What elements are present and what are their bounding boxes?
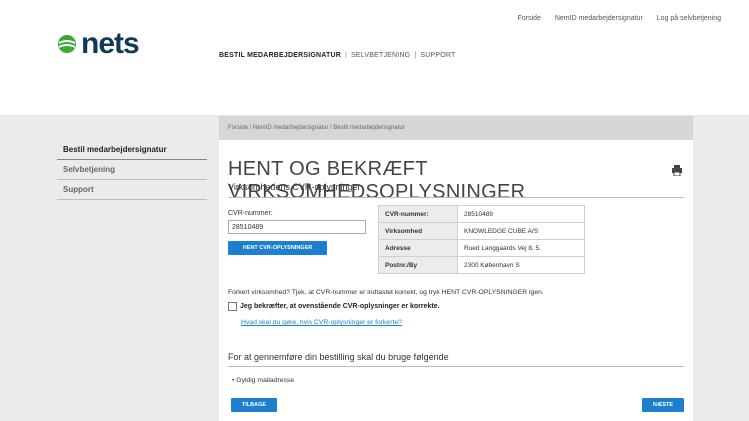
nets-logo[interactable]: nets: [57, 27, 140, 60]
table-value: 28510489: [457, 205, 585, 223]
divider: [228, 197, 684, 198]
top-link-nemid[interactable]: NemID medarbejdersignatur: [555, 15, 643, 22]
list-item-text: Gyldig mailadresse: [236, 377, 295, 384]
main-nav: BESTIL MEDARBEJDERSIGNATUR | SELVBETJENING…: [219, 52, 455, 59]
section-subtitle: Virksomhedens CVR-oplysninger: [228, 182, 361, 192]
fetch-cvr-button[interactable]: HENT CVR-OPLYSNINGER: [228, 241, 327, 255]
header: nets Forside NemID medarbejdersignatur L…: [0, 0, 749, 115]
next-button[interactable]: NÆSTE: [642, 398, 684, 412]
table-key: Postnr./By: [378, 256, 458, 274]
main-content: Forside / NemID medarbejdersignatur / Be…: [219, 116, 693, 421]
table-key: Adresse: [378, 239, 458, 257]
top-links: Forside NemID medarbejdersignatur Log på…: [518, 15, 722, 22]
table-value: Rued Langgaards Vej 8, 5.: [457, 239, 585, 257]
table-row: Virksomhed KNOWLEDGE CUBE A/S: [378, 222, 585, 240]
back-button[interactable]: TILBAGE: [231, 398, 277, 412]
table-value: KNOWLEDGE CUBE A/S: [457, 222, 585, 240]
nav-support[interactable]: SUPPORT: [420, 52, 455, 59]
cvr-label: CVR-nummer:: [228, 210, 273, 217]
sidebar: Bestil medarbejdersignatur Selvbetjening…: [57, 140, 207, 200]
help-link[interactable]: Hvad skal du gøre, hvis CVR-oplysninger …: [241, 319, 402, 326]
top-link-forside[interactable]: Forside: [518, 15, 541, 22]
brand-name: nets: [81, 27, 140, 60]
table-key: Virksomhed: [378, 222, 458, 240]
sidebar-item-bestil[interactable]: Bestil medarbejdersignatur: [57, 140, 207, 160]
nav-separator: |: [345, 52, 348, 59]
divider: [228, 366, 684, 367]
table-value: 2300 København S: [457, 256, 585, 274]
breadcrumb: Forside / NemID medarbejdersignatur / Be…: [219, 116, 693, 140]
confirm-row: Jeg bekræfter, at ovenstående CVR-oplysn…: [228, 302, 440, 311]
wrong-company-hint: Forkert virksomhed? Tjek, at CVR-nummer …: [228, 289, 544, 296]
nets-logo-icon: [58, 35, 76, 53]
table-row: CVR-nummer: 28510489: [378, 205, 585, 223]
nav-selvbetjening[interactable]: SELVBETJENING: [351, 52, 410, 59]
nav-bestil[interactable]: BESTIL MEDARBEJDERSIGNATUR: [219, 52, 341, 59]
confirm-label[interactable]: Jeg bekræfter, at ovenstående CVR-oplysn…: [240, 303, 440, 310]
sidebar-item-selvbetjening[interactable]: Selvbetjening: [57, 160, 207, 180]
table-row: Postnr./By 2300 København S: [378, 256, 585, 274]
table-row: Adresse Rued Langgaards Vej 8, 5.: [378, 239, 585, 257]
company-info-table: CVR-nummer: 28510489 Virksomhed KNOWLEDG…: [378, 205, 585, 274]
cvr-input[interactable]: 28510489: [228, 220, 366, 234]
page: nets Forside NemID medarbejdersignatur L…: [0, 0, 749, 421]
list-item: • Gyldig mailadresse: [232, 377, 295, 384]
sidebar-item-support[interactable]: Support: [57, 180, 207, 200]
top-link-login[interactable]: Log på selvbetjening: [657, 15, 721, 22]
section-title: For at gennemføre din bestilling skal du…: [228, 352, 449, 362]
nav-separator: |: [414, 52, 417, 59]
table-key: CVR-nummer:: [378, 205, 458, 223]
print-icon[interactable]: [672, 163, 682, 181]
confirm-checkbox[interactable]: [228, 302, 237, 311]
